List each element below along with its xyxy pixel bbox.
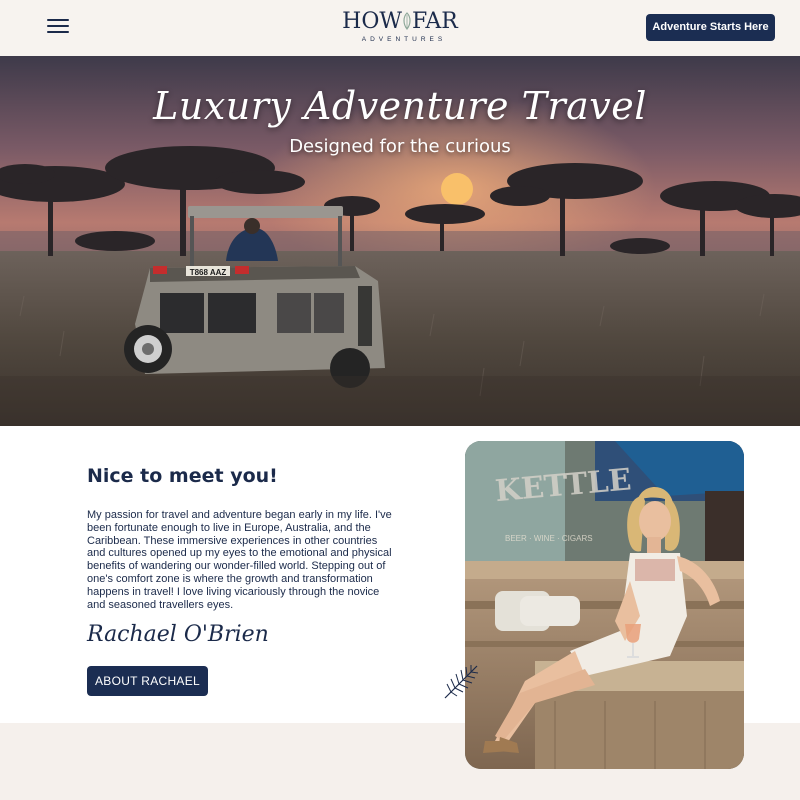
storefront-subsign: BEER · WINE · CIGARS	[505, 534, 593, 543]
logo-wordmark: HOW FAR	[342, 9, 458, 34]
menu-icon[interactable]	[47, 18, 69, 34]
hero-title: Luxury Adventure Travel	[153, 84, 647, 128]
about-rachael-button[interactable]: ABOUT RACHAEL	[87, 666, 208, 696]
license-plate: T868 AAZ	[190, 268, 227, 277]
signature: Rachael O'Brien	[87, 622, 269, 647]
hero-subtitle: Designed for the curious	[289, 136, 511, 157]
logo-tagline: ADVENTURES	[361, 36, 447, 43]
intro-paragraph: My passion for travel and adventure bega…	[87, 509, 392, 611]
intro-heading: Nice to meet you!	[87, 465, 278, 487]
adventure-starts-button[interactable]: Adventure Starts Here	[646, 14, 775, 41]
site-logo[interactable]: HOW FAR ADVENTURES	[320, 9, 480, 44]
palm-leaf-icon	[444, 665, 479, 699]
site-header: HOW FAR ADVENTURES Adventure Starts Here	[0, 0, 800, 56]
hero-banner: T868 AAZ Luxury Adventure Travel Designe…	[0, 56, 800, 426]
profile-photo: KETTLE BEER · WINE · CIGARS	[465, 441, 744, 769]
